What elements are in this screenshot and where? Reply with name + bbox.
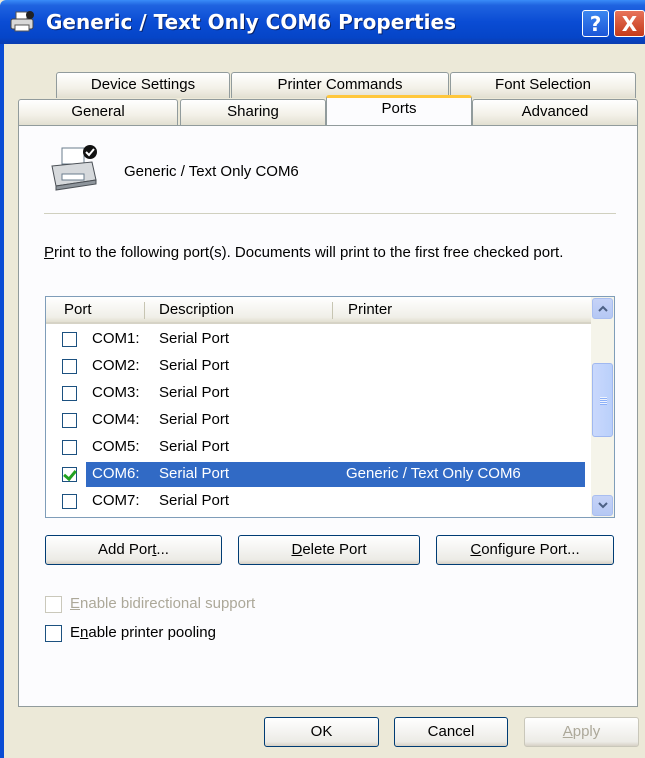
- tab-device-settings[interactable]: Device Settings: [56, 72, 230, 98]
- close-button[interactable]: X: [614, 10, 645, 37]
- scrollbar-thumb[interactable]: [592, 363, 613, 437]
- scroll-down-button[interactable]: [592, 495, 613, 516]
- grip-icon: [600, 397, 607, 405]
- printer-window-icon[interactable]: [10, 10, 36, 34]
- list-item-selected[interactable]: COM6: Serial Port Generic / Text Only CO…: [46, 461, 591, 488]
- port-description: Serial Port: [159, 438, 230, 455]
- window-frame: [0, 44, 4, 758]
- port-name: COM7:: [92, 492, 140, 509]
- column-header-printer[interactable]: Printer: [348, 301, 392, 318]
- list-item[interactable]: COM1: Serial Port: [46, 326, 591, 353]
- tab-sharing[interactable]: Sharing: [180, 99, 326, 125]
- list-header: Port Description Printer: [46, 297, 591, 324]
- close-icon: X: [621, 11, 638, 36]
- list-item[interactable]: COM5: Serial Port: [46, 434, 591, 461]
- port-description: Serial Port: [159, 465, 230, 482]
- help-button[interactable]: ?: [582, 10, 609, 37]
- port-checkbox[interactable]: [62, 413, 77, 428]
- port-description: Serial Port: [159, 492, 230, 509]
- printer-icon: [51, 145, 97, 191]
- port-name: COM2:: [92, 357, 140, 374]
- ports-description: Print to the following port(s). Document…: [44, 244, 564, 261]
- delete-port-button[interactable]: Delete Port: [238, 535, 420, 565]
- add-port-button[interactable]: Add Port...: [45, 535, 222, 565]
- column-divider[interactable]: [332, 302, 333, 319]
- configure-port-button[interactable]: Configure Port...: [436, 535, 614, 565]
- vertical-scrollbar[interactable]: [591, 297, 614, 517]
- column-header-description[interactable]: Description: [159, 301, 234, 318]
- tab-font-selection[interactable]: Font Selection: [450, 72, 636, 98]
- port-name: COM3:: [92, 384, 140, 401]
- port-checkbox[interactable]: [62, 332, 77, 347]
- list-item[interactable]: COM2: Serial Port: [46, 353, 591, 380]
- port-description: Serial Port: [159, 411, 230, 428]
- port-description: Serial Port: [159, 384, 230, 401]
- printer-pooling-checkbox[interactable]: [45, 625, 62, 642]
- port-description: Serial Port: [159, 330, 230, 347]
- list-item[interactable]: COM7: Serial Port: [46, 488, 591, 515]
- help-icon: ?: [589, 11, 602, 36]
- column-header-port[interactable]: Port: [64, 301, 92, 318]
- port-checkbox[interactable]: [62, 494, 77, 509]
- column-divider[interactable]: [144, 302, 145, 319]
- tab-ports[interactable]: Ports: [326, 95, 472, 125]
- list-item[interactable]: COM4: Serial Port: [46, 407, 591, 434]
- scroll-up-button[interactable]: [592, 298, 613, 319]
- tab-general[interactable]: General: [18, 99, 178, 125]
- ok-button[interactable]: OK: [264, 717, 379, 747]
- separator: [44, 213, 616, 214]
- apply-button[interactable]: Apply: [524, 717, 639, 747]
- bidirectional-label: Enable bidirectional support: [70, 595, 256, 612]
- port-checkbox-checked[interactable]: [62, 467, 77, 482]
- port-description: Serial Port: [159, 357, 230, 374]
- port-checkbox[interactable]: [62, 440, 77, 455]
- port-printer: Generic / Text Only COM6: [346, 465, 521, 482]
- scroll-down-icon: [597, 502, 608, 509]
- list-item[interactable]: COM3: Serial Port: [46, 380, 591, 407]
- printer-pooling-label: Enable printer pooling: [70, 624, 216, 641]
- port-name: COM6:: [92, 465, 140, 482]
- printer-name: Generic / Text Only COM6: [124, 163, 299, 180]
- cancel-button[interactable]: Cancel: [394, 717, 508, 747]
- port-name: COM4:: [92, 411, 140, 428]
- bidirectional-checkbox[interactable]: [45, 596, 62, 613]
- port-checkbox[interactable]: [62, 359, 77, 374]
- port-name: COM1:: [92, 330, 140, 347]
- ports-list[interactable]: Port Description Printer COM1: Serial Po…: [45, 296, 615, 518]
- port-name: COM5:: [92, 438, 140, 455]
- window-title: Generic / Text Only COM6 Properties: [46, 10, 457, 34]
- title-bar[interactable]: Generic / Text Only COM6 Properties ? X: [0, 0, 645, 44]
- scroll-up-icon: [597, 305, 608, 312]
- tab-advanced[interactable]: Advanced: [472, 99, 638, 125]
- port-checkbox[interactable]: [62, 386, 77, 401]
